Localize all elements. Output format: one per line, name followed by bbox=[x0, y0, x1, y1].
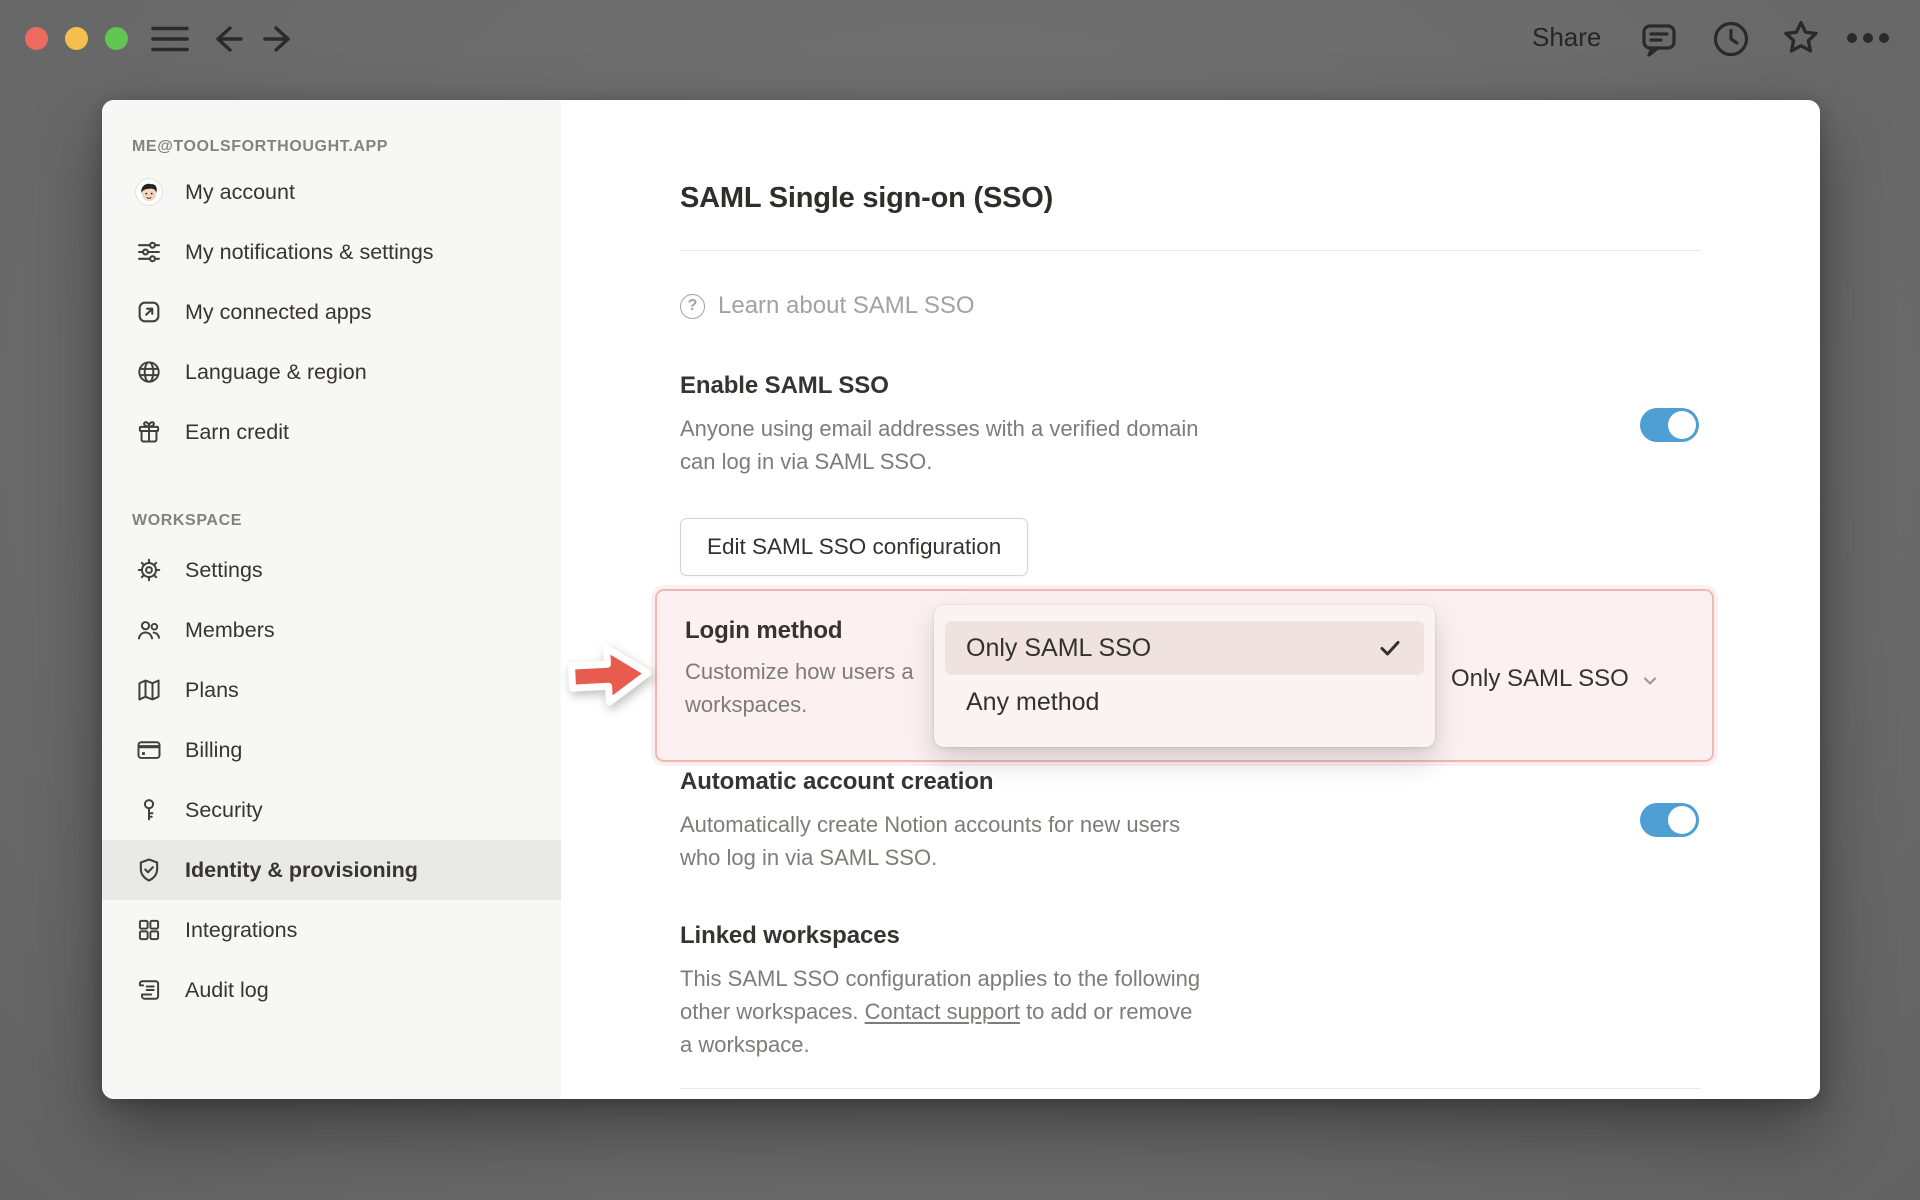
forward-arrow-icon[interactable] bbox=[258, 19, 298, 59]
sidebar-item-label: Integrations bbox=[185, 917, 298, 942]
sidebar-item-label: Security bbox=[185, 797, 263, 822]
bottom-divider bbox=[680, 1088, 1701, 1089]
callout-arrow-icon bbox=[564, 634, 660, 716]
sidebar-item-label: My notifications & settings bbox=[185, 239, 434, 264]
dropdown-option-only-saml-sso[interactable]: Only SAML SSO bbox=[945, 621, 1424, 675]
auto-account-title: Automatic account creation bbox=[680, 768, 994, 795]
workspace-items-list: Settings Members Plans Billing Security … bbox=[102, 540, 561, 1020]
toggle-knob bbox=[1667, 411, 1696, 439]
enable-sso-toggle[interactable] bbox=[1640, 408, 1699, 442]
auto-account-toggle[interactable] bbox=[1640, 803, 1699, 837]
gift-icon bbox=[135, 418, 163, 446]
members-icon bbox=[135, 616, 163, 644]
learn-link-label: Learn about SAML SSO bbox=[718, 292, 975, 319]
sidebar-item-my-account[interactable]: My account bbox=[102, 162, 561, 222]
sidebar-item-label: Billing bbox=[185, 737, 243, 762]
checkmark-icon bbox=[1377, 635, 1403, 661]
auto-account-description: Automatically create Notion accounts for… bbox=[680, 812, 1181, 870]
map-icon bbox=[135, 676, 163, 704]
window-titlebar: Share bbox=[0, 0, 1920, 64]
linked-workspaces-title: Linked workspaces bbox=[680, 922, 900, 949]
login-method-selected-value: Only SAML SSO bbox=[1451, 665, 1629, 692]
enable-sso-description: Anyone using email addresses with a veri… bbox=[680, 416, 1199, 474]
settings-content: SAML Single sign-on (SSO) ? Learn about … bbox=[561, 100, 1820, 1099]
zoom-window-button[interactable] bbox=[105, 27, 128, 50]
sidebar-item-earn-credit[interactable]: Earn credit bbox=[102, 402, 561, 462]
sidebar-item-audit-log[interactable]: Audit log bbox=[102, 960, 561, 1020]
minimize-window-button[interactable] bbox=[65, 27, 88, 50]
sidebar-item-label: Identity & provisioning bbox=[185, 857, 418, 882]
sidebar-item-connected-apps[interactable]: My connected apps bbox=[102, 282, 561, 342]
sidebar-item-label: Members bbox=[185, 617, 275, 642]
sliders-icon bbox=[135, 238, 163, 266]
dropdown-option-label: Any method bbox=[966, 687, 1100, 716]
account-items-list: My account My notifications & settings M… bbox=[102, 162, 561, 462]
login-method-select[interactable]: Only SAML SSO bbox=[1451, 665, 1661, 693]
hamburger-menu-icon[interactable] bbox=[151, 25, 189, 53]
sidebar-item-security[interactable]: Security bbox=[102, 780, 561, 840]
dropdown-option-label: Only SAML SSO bbox=[966, 633, 1152, 662]
title-divider bbox=[680, 250, 1701, 251]
login-method-description: Customize how users a workspaces. bbox=[685, 659, 914, 717]
sidebar-item-label: Audit log bbox=[185, 977, 269, 1002]
share-button[interactable]: Share bbox=[1532, 22, 1601, 53]
sidebar-item-plans[interactable]: Plans bbox=[102, 660, 561, 720]
chevron-down-icon bbox=[1639, 670, 1661, 692]
learn-about-saml-link[interactable]: ? Learn about SAML SSO bbox=[680, 292, 975, 320]
sidebar-item-label: Language & region bbox=[185, 359, 367, 384]
settings-sidebar: ME@TOOLSFORTHOUGHT.APP My account My not… bbox=[102, 100, 561, 1099]
globe-icon bbox=[135, 358, 163, 386]
account-section-header: ME@TOOLSFORTHOUGHT.APP bbox=[132, 138, 389, 155]
sidebar-item-identity-provisioning[interactable]: Identity & provisioning bbox=[102, 840, 561, 900]
favorite-star-icon[interactable] bbox=[1780, 17, 1822, 59]
comments-icon[interactable] bbox=[1638, 18, 1680, 60]
enable-sso-title: Enable SAML SSO bbox=[680, 372, 889, 399]
key-icon bbox=[135, 796, 163, 824]
scroll-icon bbox=[135, 976, 163, 1004]
sidebar-item-label: Earn credit bbox=[185, 419, 289, 444]
sidebar-item-members[interactable]: Members bbox=[102, 600, 561, 660]
shield-check-icon bbox=[135, 856, 163, 884]
sidebar-item-label: Plans bbox=[185, 677, 239, 702]
close-window-button[interactable] bbox=[25, 27, 48, 50]
dropdown-option-any-method[interactable]: Any method bbox=[945, 675, 1424, 729]
sidebar-item-language-region[interactable]: Language & region bbox=[102, 342, 561, 402]
more-options-icon[interactable] bbox=[1843, 31, 1893, 45]
sidebar-item-settings[interactable]: Settings bbox=[102, 540, 561, 600]
workspace-section-header: WORKSPACE bbox=[132, 512, 242, 529]
sidebar-item-label: My connected apps bbox=[185, 299, 372, 324]
edit-saml-config-button[interactable]: Edit SAML SSO configuration bbox=[680, 518, 1029, 576]
login-method-title: Login method bbox=[685, 617, 843, 644]
settings-modal: ME@TOOLSFORTHOUGHT.APP My account My not… bbox=[102, 100, 1820, 1099]
grid-icon bbox=[135, 916, 163, 944]
page-title: SAML Single sign-on (SSO) bbox=[680, 182, 1054, 214]
avatar bbox=[135, 178, 163, 206]
sidebar-item-billing[interactable]: Billing bbox=[102, 720, 561, 780]
external-link-icon bbox=[135, 298, 163, 326]
contact-support-link[interactable]: Contact support bbox=[865, 999, 1020, 1024]
sidebar-item-notifications-settings[interactable]: My notifications & settings bbox=[102, 222, 561, 282]
back-arrow-icon[interactable] bbox=[208, 19, 248, 59]
gear-icon bbox=[135, 556, 163, 584]
sidebar-item-label: Settings bbox=[185, 557, 263, 582]
sidebar-item-label: My account bbox=[185, 179, 295, 204]
history-clock-icon[interactable] bbox=[1710, 18, 1752, 60]
sidebar-item-integrations[interactable]: Integrations bbox=[102, 900, 561, 960]
linked-workspaces-description: This SAML SSO configuration applies to t… bbox=[680, 966, 1201, 1057]
toggle-knob bbox=[1667, 806, 1696, 834]
help-question-icon: ? bbox=[680, 293, 705, 319]
login-method-dropdown: Only SAML SSO Any method bbox=[934, 605, 1435, 747]
credit-card-icon bbox=[135, 736, 163, 764]
